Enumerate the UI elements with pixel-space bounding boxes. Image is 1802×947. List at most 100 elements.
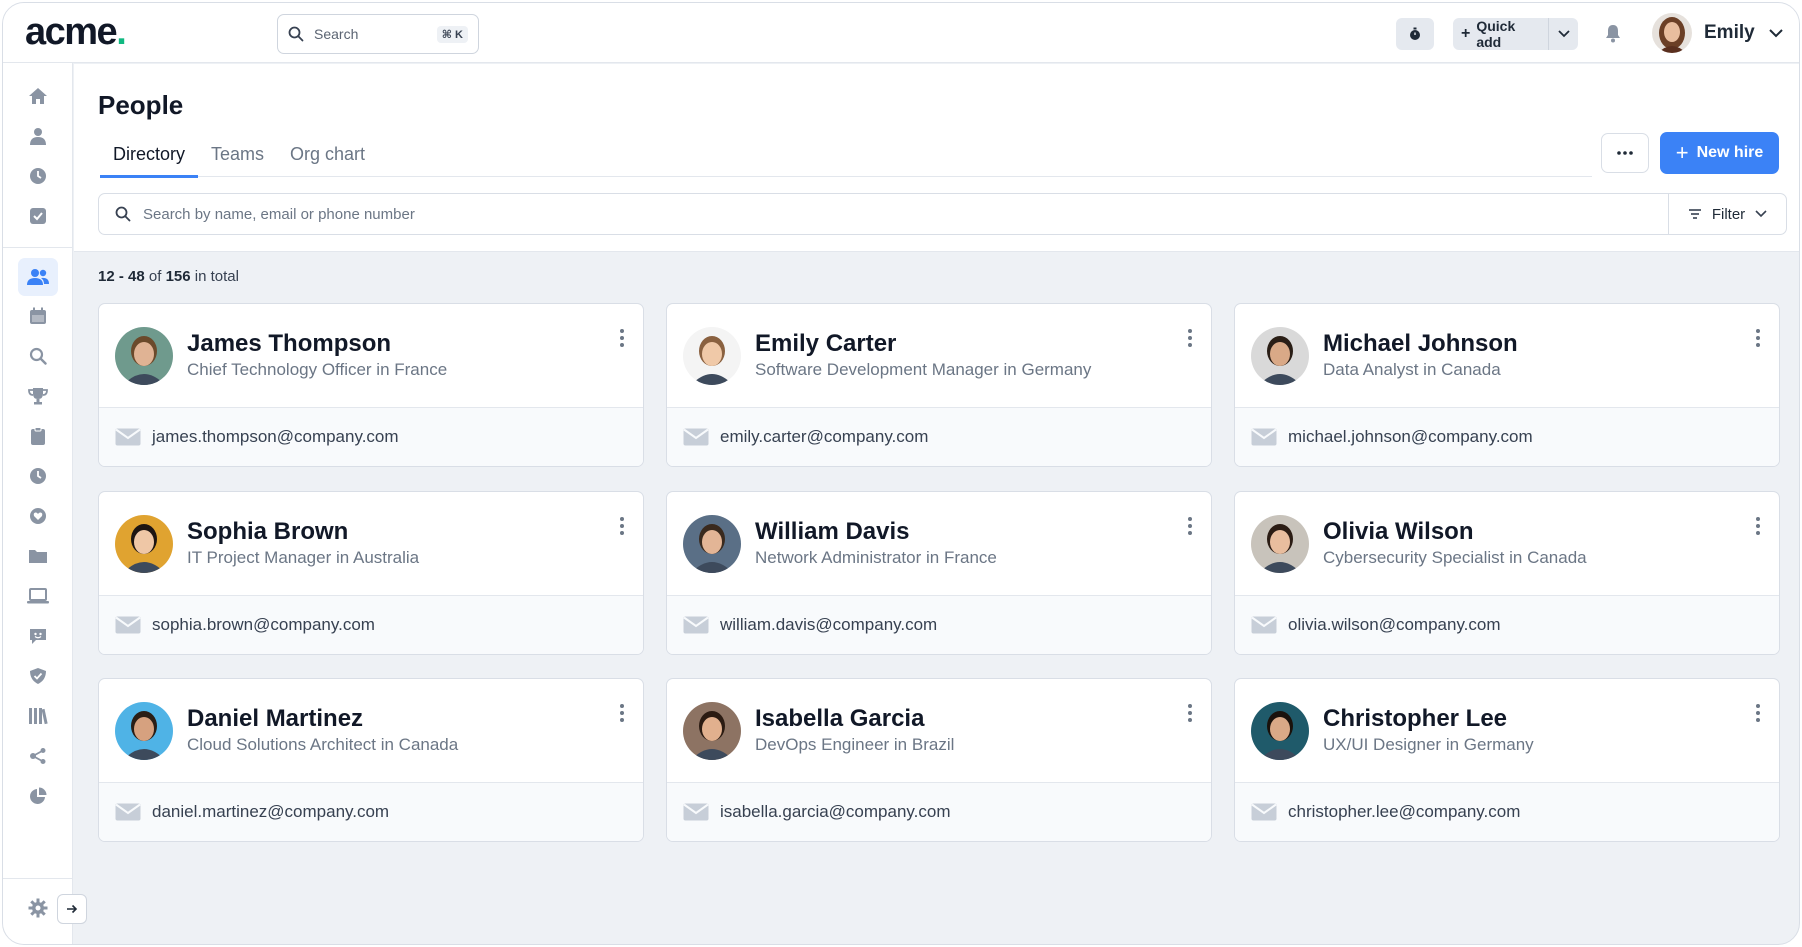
- person-card-header: Michael Johnson Data Analyst in Canada: [1235, 304, 1779, 408]
- more-horizontal-icon: [1617, 151, 1633, 155]
- avatar: [115, 327, 173, 385]
- person-name[interactable]: Christopher Lee: [1323, 705, 1507, 733]
- sidebar-item-settings[interactable]: [26, 896, 50, 920]
- person-email[interactable]: christopher.lee@company.com: [1288, 802, 1520, 822]
- person-card[interactable]: William Davis Network Administrator in F…: [666, 491, 1212, 655]
- person-email[interactable]: sophia.brown@company.com: [152, 615, 375, 635]
- tab-directory[interactable]: Directory: [100, 139, 199, 178]
- person-card[interactable]: Christopher Lee UX/UI Designer in German…: [1234, 678, 1780, 842]
- sidebar-item-workflows[interactable]: [26, 744, 50, 768]
- trophy-icon: [28, 388, 48, 405]
- tab-org-chart[interactable]: Org chart: [277, 139, 378, 177]
- more-vertical-icon: [620, 329, 624, 347]
- avatar: [1652, 13, 1692, 53]
- person-name[interactable]: Michael Johnson: [1323, 330, 1518, 358]
- person-name[interactable]: James Thompson: [187, 330, 391, 358]
- person-title: DevOps Engineer in Brazil: [755, 735, 955, 754]
- collapse-sidebar-button[interactable]: [57, 894, 87, 924]
- sidebar-item-people[interactable]: [26, 265, 50, 289]
- notifications-button[interactable]: [1604, 23, 1622, 48]
- person-email[interactable]: james.thompson@company.com: [152, 427, 399, 447]
- sidebar-item-tasks[interactable]: [26, 204, 50, 228]
- person-card[interactable]: Michael Johnson Data Analyst in Canada m…: [1234, 303, 1780, 467]
- card-menu-button[interactable]: [1755, 516, 1761, 541]
- card-menu-button[interactable]: [1755, 703, 1761, 728]
- person-email[interactable]: daniel.martinez@company.com: [152, 802, 389, 822]
- person-card[interactable]: Isabella Garcia DevOps Engineer in Brazi…: [666, 678, 1212, 842]
- card-menu-button[interactable]: [1187, 703, 1193, 728]
- sidebar-item-profile[interactable]: [26, 124, 50, 148]
- person-name[interactable]: Emily Carter: [755, 330, 896, 358]
- card-menu-button[interactable]: [619, 703, 625, 728]
- sidebar-item-benefits[interactable]: [26, 504, 50, 528]
- person-card-footer: isabella.garcia@company.com: [667, 782, 1211, 841]
- sidebar-item-compliance[interactable]: [26, 664, 50, 688]
- sidebar-item-timesheet[interactable]: [26, 164, 50, 188]
- person-card[interactable]: Emily Carter Software Development Manage…: [666, 303, 1212, 467]
- sidebar-item-reports[interactable]: [26, 784, 50, 808]
- card-menu-button[interactable]: [1187, 328, 1193, 353]
- person-email[interactable]: isabella.garcia@company.com: [720, 802, 951, 822]
- person-name[interactable]: Daniel Martinez: [187, 705, 363, 733]
- person-card-header: Emily Carter Software Development Manage…: [667, 304, 1211, 408]
- quick-add-button[interactable]: + Quick add: [1453, 18, 1550, 50]
- person-card[interactable]: Daniel Martinez Cloud Solutions Architec…: [98, 678, 644, 842]
- card-menu-button[interactable]: [1187, 516, 1193, 541]
- chat-icon: [30, 629, 46, 644]
- person-email[interactable]: emily.carter@company.com: [720, 427, 928, 447]
- person-card-header: Isabella Garcia DevOps Engineer in Brazi…: [667, 679, 1211, 783]
- more-vertical-icon: [1188, 517, 1192, 535]
- sidebar-item-onboarding[interactable]: [26, 424, 50, 448]
- avatar: [115, 702, 173, 760]
- avatar: [1251, 702, 1309, 760]
- user-menu[interactable]: Emily: [1652, 13, 1783, 53]
- sidebar-item-documents[interactable]: [26, 544, 50, 568]
- sidebar-item-devices[interactable]: [26, 584, 50, 608]
- person-card-footer: sophia.brown@company.com: [99, 595, 643, 654]
- card-menu-button[interactable]: [1755, 328, 1761, 353]
- sidebar-item-calendar[interactable]: [26, 304, 50, 328]
- sidebar-item-performance[interactable]: [26, 384, 50, 408]
- chevron-down-icon: [1768, 28, 1783, 37]
- users-icon: [27, 269, 49, 285]
- logo[interactable]: acme.: [25, 11, 127, 54]
- user-name: Emily: [1704, 22, 1755, 43]
- more-options-button[interactable]: [1601, 133, 1649, 173]
- bell-icon: [1606, 25, 1620, 43]
- sidebar-divider: [3, 247, 72, 248]
- person-name[interactable]: Isabella Garcia: [755, 705, 924, 733]
- filter-button[interactable]: Filter: [1668, 194, 1786, 234]
- person-name[interactable]: William Davis: [755, 518, 910, 546]
- card-menu-button[interactable]: [619, 516, 625, 541]
- sidebar-item-time-off[interactable]: [26, 464, 50, 488]
- timer-button[interactable]: [1396, 18, 1434, 50]
- sidebar-divider: [3, 878, 72, 879]
- person-card[interactable]: Sophia Brown IT Project Manager in Austr…: [98, 491, 644, 655]
- sidebar-item-library[interactable]: [26, 704, 50, 728]
- calendar-icon: [30, 307, 46, 324]
- person-name[interactable]: Sophia Brown: [187, 518, 348, 546]
- person-name[interactable]: Olivia Wilson: [1323, 518, 1473, 546]
- card-menu-button[interactable]: [619, 328, 625, 353]
- mail-icon: [1251, 616, 1277, 634]
- tab-teams[interactable]: Teams: [198, 139, 277, 177]
- person-card[interactable]: James Thompson Chief Technology Officer …: [98, 303, 644, 467]
- person-card-header: Olivia Wilson Cybersecurity Specialist i…: [1235, 492, 1779, 596]
- sidebar-item-recruiting[interactable]: [26, 344, 50, 368]
- sidebar-item-home[interactable]: [26, 84, 50, 108]
- avatar: [1251, 327, 1309, 385]
- people-search-input[interactable]: Search by name, email or phone number Fi…: [98, 193, 1787, 235]
- pie-chart-icon: [30, 787, 47, 804]
- person-email[interactable]: michael.johnson@company.com: [1288, 427, 1533, 447]
- new-hire-button[interactable]: + New hire: [1660, 132, 1779, 174]
- person-email[interactable]: olivia.wilson@company.com: [1288, 615, 1501, 635]
- sidebar-item-feedback[interactable]: [26, 624, 50, 648]
- chevron-down-icon: [1755, 210, 1767, 218]
- person-card[interactable]: Olivia Wilson Cybersecurity Specialist i…: [1234, 491, 1780, 655]
- more-vertical-icon: [1756, 517, 1760, 535]
- person-email[interactable]: william.davis@company.com: [720, 615, 937, 635]
- global-search-input[interactable]: Search ⌘ K: [277, 14, 479, 54]
- avatar: [115, 515, 173, 573]
- quick-add-dropdown-button[interactable]: [1549, 30, 1578, 38]
- top-bar: acme. Search ⌘ K + Quick add Emily: [3, 3, 1799, 63]
